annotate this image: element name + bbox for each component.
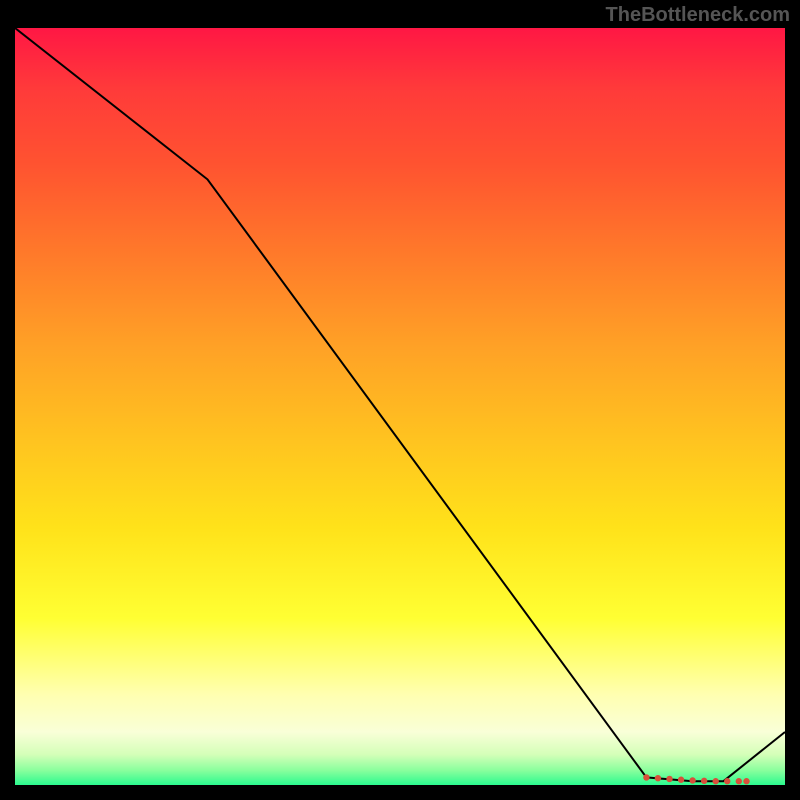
chart-markers xyxy=(643,774,750,784)
chart-marker xyxy=(643,774,649,780)
chart-marker xyxy=(689,777,695,783)
watermark-text: TheBottleneck.com xyxy=(606,4,790,27)
chart-marker xyxy=(736,778,742,784)
chart-marker xyxy=(713,778,719,784)
chart-marker xyxy=(724,778,730,784)
chart-marker xyxy=(701,778,707,784)
chart-marker xyxy=(655,775,661,781)
chart-svg xyxy=(15,28,785,785)
chart-marker xyxy=(743,778,749,784)
chart-marker xyxy=(666,776,672,782)
chart-line xyxy=(15,28,785,781)
chart-marker xyxy=(678,777,684,783)
